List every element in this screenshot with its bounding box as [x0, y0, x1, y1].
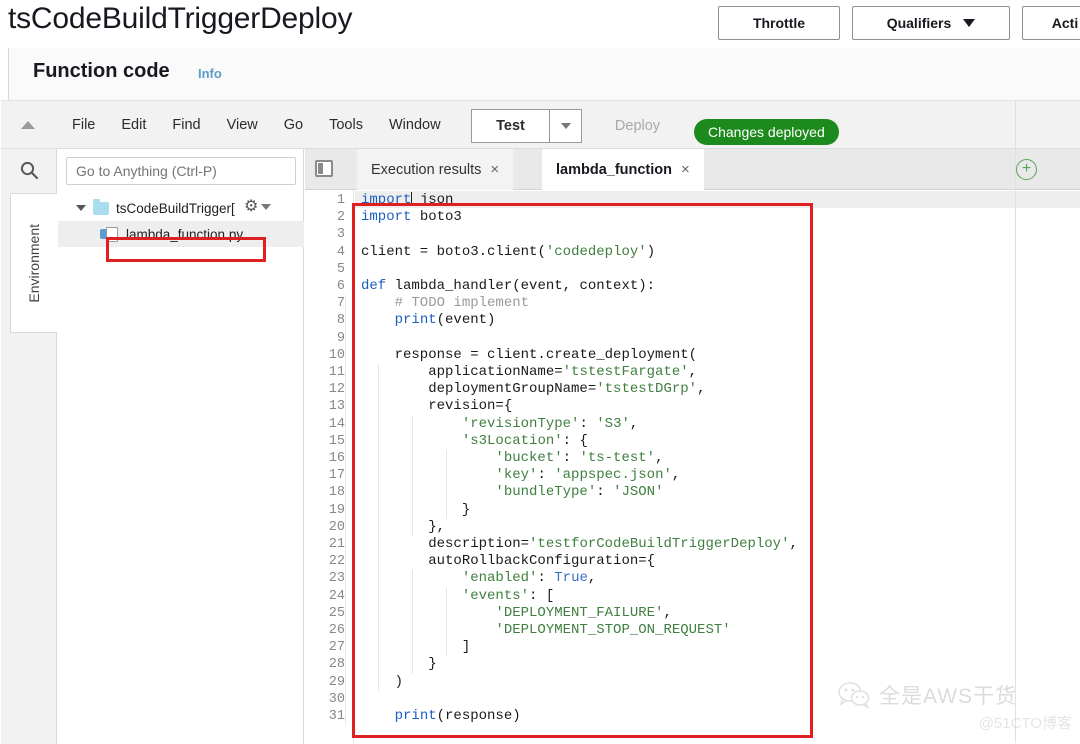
- tree-file-label: lambda_function.py: [126, 226, 244, 242]
- editor-right-divider: [1015, 100, 1016, 743]
- chevron-down-icon[interactable]: [76, 205, 86, 211]
- qualifiers-button-label: Qualifiers: [886, 15, 952, 31]
- changes-deployed-badge: Changes deployed: [694, 119, 839, 145]
- page-title: tsCodeBuildTriggerDeploy: [8, 2, 353, 35]
- actions-button[interactable]: Acti: [1022, 6, 1080, 40]
- chevron-down-icon: [560, 123, 571, 129]
- go-to-anything-input[interactable]: [66, 157, 296, 185]
- indent-guide: [344, 295, 346, 726]
- code-line: description='testforCodeBuildTriggerDepl…: [361, 536, 798, 552]
- active-line-highlight: [355, 191, 1080, 209]
- code-line: applicationName='tstestFargate',: [361, 364, 698, 380]
- tree-folder-label: tsCodeBuildTrigger[: [116, 200, 235, 216]
- info-link[interactable]: Info: [198, 66, 222, 81]
- code-line: 'bundleType': 'JSON': [495, 484, 664, 501]
- page-header: tsCodeBuildTriggerDeploy Throttle Qualif…: [0, 0, 1080, 48]
- code-line: client = boto3.client('codedeploy'): [361, 243, 656, 260]
- close-icon[interactable]: ×: [681, 161, 690, 178]
- deploy-button: Deploy: [591, 109, 684, 143]
- code-line: print(event): [394, 312, 496, 329]
- code-line: 'bucket': 'ts-test',: [495, 450, 664, 466]
- menu-item-tools[interactable]: Tools: [316, 113, 376, 137]
- editor-area: Execution results × lambda_function × + …: [305, 149, 1080, 744]
- code-line: 'revisionType': 'S3',: [461, 415, 639, 432]
- tab-lambda-function[interactable]: lambda_function ×: [542, 149, 704, 190]
- code-line: 'DEPLOYMENT_FAILURE',: [495, 604, 672, 621]
- close-icon[interactable]: ×: [490, 161, 499, 178]
- test-button-group: Test: [471, 109, 582, 143]
- gear-icon[interactable]: ⚙: [244, 198, 272, 215]
- code-line: ): [361, 673, 404, 690]
- menu-item-edit[interactable]: Edit: [108, 113, 159, 137]
- qualifiers-button[interactable]: Qualifiers: [852, 6, 1010, 40]
- code-line: import boto3: [361, 209, 462, 226]
- test-button[interactable]: Test: [471, 109, 549, 143]
- function-code-header: Function code Info: [9, 48, 1080, 100]
- code-line: 'key': 'appspec.json',: [495, 467, 681, 484]
- code-line: }: [361, 501, 471, 518]
- file-icon: [106, 226, 118, 242]
- collapse-panel-icon[interactable]: [21, 121, 35, 129]
- menu-item-find[interactable]: Find: [159, 113, 213, 137]
- ide-menubar: File Edit Find View Go Tools Window Test…: [1, 101, 1080, 149]
- actions-button-label: Acti: [1051, 15, 1079, 31]
- environment-tab[interactable]: Environment: [10, 193, 57, 333]
- cloud9-ide: File Edit Find View Go Tools Window Test…: [1, 100, 1080, 744]
- function-code-title: Function code: [33, 60, 170, 82]
- menu-item-go[interactable]: Go: [271, 113, 316, 137]
- throttle-button-label: Throttle: [752, 15, 806, 31]
- code-editor[interactable]: 1 2 3 4 5 6 7 8 9 10 11 12 13 14 15 16 17 18 19 20 21 22 23 24 2…: [305, 190, 1080, 744]
- search-icon[interactable]: [1, 149, 57, 191]
- code-line: print(response): [394, 708, 521, 724]
- test-dropdown-button[interactable]: [549, 109, 582, 143]
- code-line: deploymentGroupName='tstestDGrp',: [361, 381, 706, 398]
- code-line: }: [361, 656, 437, 673]
- tree-file-row[interactable]: lambda_function.py: [58, 221, 304, 247]
- code-line: def lambda_handler(event, context):: [361, 278, 656, 294]
- code-line: 'events': [: [461, 587, 555, 604]
- file-explorer: tsCodeBuildTrigger[ ⚙ lambda_function.py: [58, 149, 304, 744]
- editor-tabbar: Execution results × lambda_function × +: [305, 149, 1080, 190]
- file-tree: tsCodeBuildTrigger[ ⚙ lambda_function.py: [58, 195, 304, 247]
- chevron-down-icon: [963, 19, 976, 27]
- code-line: response = client.create_deployment(: [361, 346, 698, 363]
- menu-item-window[interactable]: Window: [376, 113, 454, 137]
- code-content[interactable]: import json import boto3 client = boto3.c…: [355, 190, 1080, 744]
- menu-item-file[interactable]: File: [59, 113, 108, 137]
- function-code-panel: Function code Info File Edit Find View G…: [1, 48, 1080, 744]
- menu-items: File Edit Find View Go Tools Window: [59, 101, 454, 149]
- ide-left-rail: Environment: [1, 149, 57, 744]
- tab-execution-results-label: Execution results: [371, 161, 482, 178]
- folder-icon: [93, 198, 109, 215]
- code-line: 's3Location': {: [461, 432, 588, 449]
- code-line: ]: [361, 639, 471, 656]
- code-line: revision={: [361, 398, 513, 415]
- menu-item-view[interactable]: View: [214, 113, 271, 137]
- throttle-button[interactable]: Throttle: [718, 6, 840, 40]
- code-line: # TODO implement: [361, 295, 530, 312]
- gear-glyph: ⚙: [244, 198, 259, 215]
- code-line: 'enabled': True,: [461, 570, 597, 587]
- toggle-panel-icon[interactable]: [315, 160, 333, 177]
- tab-lambda-function-label: lambda_function: [556, 161, 673, 178]
- add-tab-icon[interactable]: +: [1016, 159, 1037, 180]
- tab-execution-results[interactable]: Execution results ×: [357, 149, 514, 190]
- environment-tab-label: Environment: [26, 223, 42, 303]
- code-line: autoRollbackConfiguration={: [361, 553, 656, 570]
- code-line: 'DEPLOYMENT_STOP_ON_REQUEST': [495, 622, 731, 638]
- code-line: },: [361, 518, 446, 535]
- code-line: import json: [361, 192, 454, 208]
- chevron-down-icon: [261, 204, 272, 210]
- tree-folder-row[interactable]: tsCodeBuildTrigger[ ⚙: [58, 195, 304, 221]
